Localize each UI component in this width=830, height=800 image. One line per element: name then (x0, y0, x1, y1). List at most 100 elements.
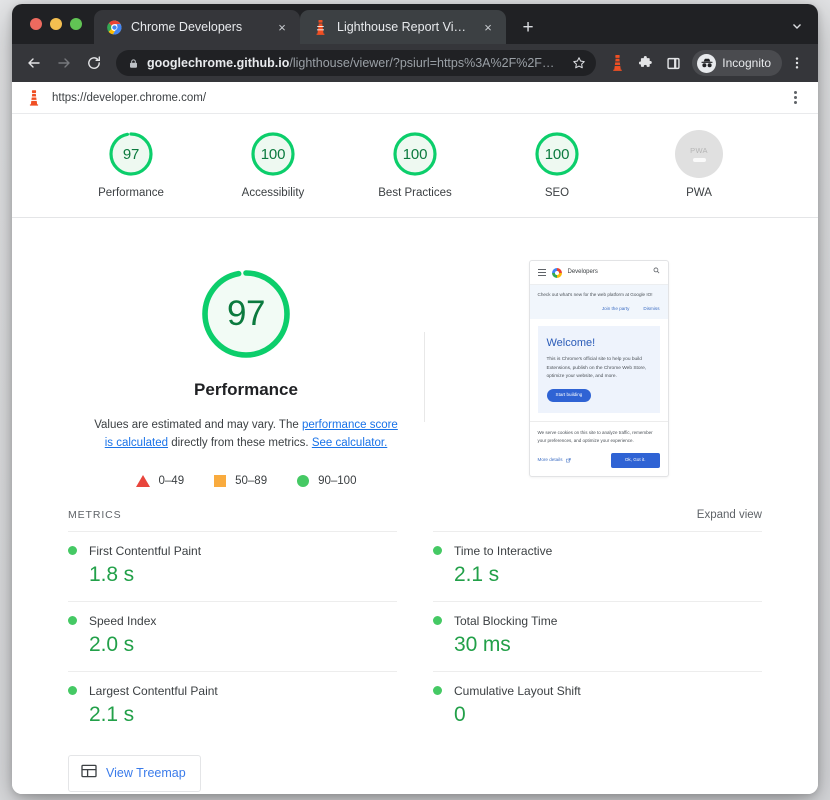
final-screenshot: Developers Check out what's new for the … (528, 260, 669, 477)
metric-largest-contentful-paint[interactable]: Largest Contentful Paint 2.1 s (68, 670, 397, 741)
external-link-icon (565, 458, 571, 463)
reload-icon[interactable] (80, 49, 108, 77)
extensions-puzzle-icon[interactable] (632, 50, 658, 76)
view-treemap-button[interactable]: View Treemap (68, 754, 201, 792)
legend-label: 50–89 (235, 474, 268, 487)
thumb-cookie-banner: We serve cookies on this site to analyze… (529, 421, 668, 476)
three-dot-menu-icon[interactable] (786, 91, 804, 104)
treemap-icon (81, 764, 97, 783)
maximize-window-button[interactable] (70, 18, 82, 30)
metric-header: Time to Interactive (433, 544, 762, 558)
chrome-logo-icon (551, 267, 562, 278)
pass-circle-icon (68, 546, 77, 556)
metric-value: 2.1 s (454, 562, 500, 586)
profile-label: Incognito (722, 56, 771, 70)
lock-icon (128, 58, 139, 69)
address-bar-url: googlechrome.github.io/lighthouse/viewer… (147, 56, 564, 70)
score-pwa[interactable]: PWA PWA (653, 130, 745, 199)
address-path: /lighthouse/viewer/?psiurl=https%3A%2F%2… (289, 56, 555, 70)
performance-hero: 97 Performance Values are estimated and … (12, 218, 818, 493)
thumb-cookie-text: We serve cookies on this site to analyze… (537, 430, 653, 444)
tab-chrome-developers[interactable]: Chrome Developers × (94, 10, 300, 44)
thumb-welcome-heading: Welcome! (546, 336, 596, 349)
tab-strip: Chrome Developers × Lighthouse Report Vi… (12, 4, 818, 44)
tab-close-button[interactable]: × (274, 19, 290, 35)
browser-window: Chrome Developers × Lighthouse Report Vi… (12, 4, 818, 794)
profile-incognito-chip[interactable]: Incognito (692, 50, 782, 76)
pwa-dash-icon (692, 158, 706, 162)
forward-arrow-icon[interactable] (50, 49, 78, 77)
address-host: googlechrome.github.io (147, 56, 290, 70)
three-dot-menu-icon[interactable] (784, 50, 810, 76)
lighthouse-extension-icon[interactable] (604, 50, 630, 76)
score-label: Accessibility (241, 187, 305, 199)
incognito-avatar-icon (697, 53, 717, 73)
metric-label: Total Blocking Time (454, 613, 558, 628)
gauge-icon: 100 (249, 130, 297, 178)
page-viewport: https://developer.chrome.com/ 97 Perform… (12, 82, 818, 794)
gauge-icon: 100 (533, 130, 581, 178)
tab-title: Chrome Developers (131, 20, 243, 34)
legend-label: 0–49 (158, 474, 185, 487)
metric-value: 2.0 s (89, 632, 135, 656)
thumb-navbar: Developers (529, 261, 668, 285)
thumb-io-banner: Check out what's new for the web platfor… (529, 285, 668, 319)
score-accessibility[interactable]: 100 Accessibility (227, 130, 319, 199)
pass-circle-icon (433, 616, 442, 626)
see-calculator-link[interactable]: See calculator. (312, 437, 387, 449)
score-legend: 0–49 50–89 90–100 (135, 474, 357, 487)
metrics-grid: First Contentful Paint 1.8 s Time to Int… (68, 530, 762, 741)
thumb-more-details-link: More details (538, 457, 571, 464)
metric-first-contentful-paint[interactable]: First Contentful Paint 1.8 s (68, 530, 397, 601)
lighthouse-icon (26, 88, 42, 108)
score-label: Best Practices (378, 187, 452, 199)
desc-text-1: Values are estimated and may vary. The (94, 419, 302, 431)
address-bar[interactable]: googlechrome.github.io/lighthouse/viewer… (116, 50, 597, 76)
legend-item-average: 50–89 (214, 474, 268, 487)
metric-time-to-interactive[interactable]: Time to Interactive 2.1 s (433, 530, 762, 601)
thumb-welcome-card: Welcome! This is Chrome's official site … (537, 325, 660, 414)
metric-header: Cumulative Layout Shift (433, 684, 762, 698)
side-panel-icon[interactable] (660, 50, 686, 76)
window-controls (24, 4, 94, 44)
thumb-ok-got-it-button: Ok, Got it. (610, 453, 660, 468)
score-performance[interactable]: 97 Performance (85, 130, 177, 199)
metric-total-blocking-time[interactable]: Total Blocking Time 30 ms (433, 600, 762, 671)
metric-speed-index[interactable]: Speed Index 2.0 s (68, 600, 397, 671)
performance-description: Values are estimated and may vary. The p… (93, 416, 399, 453)
legend-item-fail: 0–49 (135, 474, 185, 487)
back-arrow-icon[interactable] (20, 49, 48, 77)
browser-toolbar: googlechrome.github.io/lighthouse/viewer… (12, 44, 818, 82)
score-seo[interactable]: 100 SEO (511, 130, 603, 199)
metric-value: 0 (454, 702, 466, 726)
close-window-button[interactable] (30, 18, 42, 30)
minimize-window-button[interactable] (50, 18, 62, 30)
chevron-down-icon[interactable] (786, 15, 808, 37)
tab-close-button[interactable]: × (480, 19, 496, 35)
pwa-badge-text: PWA (690, 146, 708, 155)
new-tab-button[interactable]: + (514, 13, 542, 41)
thumb-banner-text: Check out what's new for the web platfor… (537, 292, 653, 297)
score-value: 100 (402, 145, 428, 163)
tab-lighthouse-report-viewer[interactable]: Lighthouse Report Viewer × (300, 10, 506, 44)
red-triangle-icon (135, 474, 150, 487)
category-scores-strip: 97 Performance 100 Accessibility 100 Bes… (12, 114, 818, 218)
performance-gauge-icon: 97 (198, 266, 294, 362)
hamburger-menu-icon (537, 269, 546, 276)
metric-cumulative-layout-shift[interactable]: Cumulative Layout Shift 0 (433, 670, 762, 741)
score-best-practices[interactable]: 100 Best Practices (369, 130, 461, 199)
metrics-header: METRICS Expand view (68, 509, 762, 531)
metric-value: 2.1 s (89, 702, 135, 726)
metric-value: 1.8 s (89, 562, 135, 586)
thumb-brand: Developers (567, 269, 598, 275)
screen: Chrome Developers × Lighthouse Report Vi… (0, 0, 830, 800)
tab-title: Lighthouse Report Viewer (337, 20, 471, 34)
score-label: PWA (686, 187, 712, 199)
legend-label: 90–100 (318, 474, 357, 487)
final-screenshot-panel: Developers Check out what's new for the … (425, 260, 762, 477)
desc-text-2: directly from these metrics. (168, 437, 312, 450)
expand-view-toggle[interactable]: Expand view (697, 509, 762, 521)
score-value: 97 (122, 145, 140, 163)
bookmark-star-icon[interactable] (572, 56, 586, 70)
thumb-welcome-text: This is Chrome's official site to help y… (546, 357, 647, 380)
